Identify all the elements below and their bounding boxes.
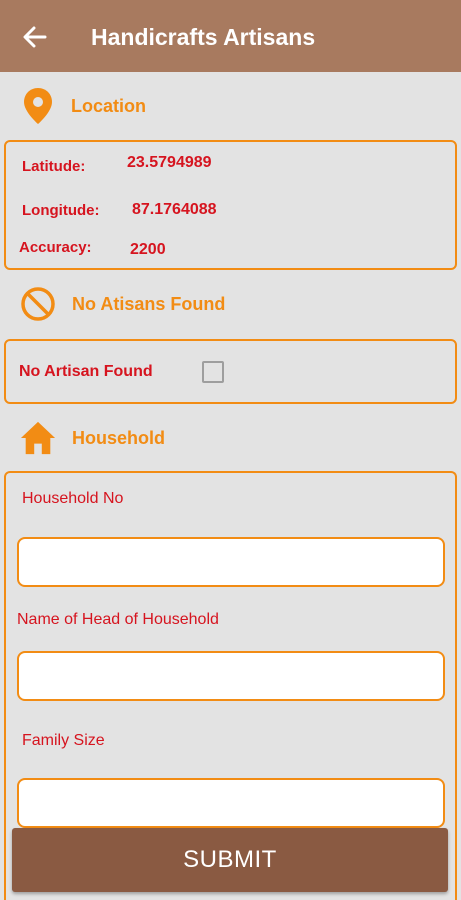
household-section-title: Household (72, 427, 165, 448)
location-pin-icon (20, 86, 56, 126)
back-button[interactable] (20, 22, 50, 52)
latitude-label: Latitude: (22, 158, 86, 175)
family-size-input[interactable] (17, 778, 445, 828)
no-artisans-section-title: No Atisans Found (72, 293, 226, 314)
longitude-value: 87.1764088 (132, 201, 217, 218)
head-of-household-input[interactable] (17, 651, 445, 701)
household-section-header: Household (20, 418, 165, 458)
no-artisans-section-header: No Atisans Found (20, 284, 225, 324)
app-bar: Handicrafts Artisans (0, 0, 461, 72)
longitude-label: Longitude: (22, 202, 100, 219)
accuracy-value: 2200 (130, 241, 166, 258)
no-artisan-label: No Artisan Found (19, 363, 153, 380)
location-card: Latitude: 23.5794989 Longitude: 87.17640… (4, 140, 457, 270)
family-size-label: Family Size (22, 732, 105, 749)
location-section-title: Location (71, 95, 146, 116)
no-artisan-card: No Artisan Found (4, 339, 457, 404)
home-icon (20, 418, 56, 458)
household-no-input[interactable] (17, 537, 445, 587)
location-section-header: Location (20, 86, 146, 126)
submit-button[interactable]: SUBMIT (12, 828, 448, 892)
page-title: Handicrafts Artisans (91, 24, 316, 50)
prohibited-icon (20, 284, 56, 324)
no-artisan-checkbox[interactable] (202, 361, 224, 383)
head-of-household-label: Name of Head of Household (17, 611, 219, 628)
household-no-label: Household No (22, 490, 124, 507)
arrow-left-icon (23, 26, 47, 48)
latitude-value: 23.5794989 (127, 154, 212, 171)
accuracy-label: Accuracy: (19, 239, 92, 256)
